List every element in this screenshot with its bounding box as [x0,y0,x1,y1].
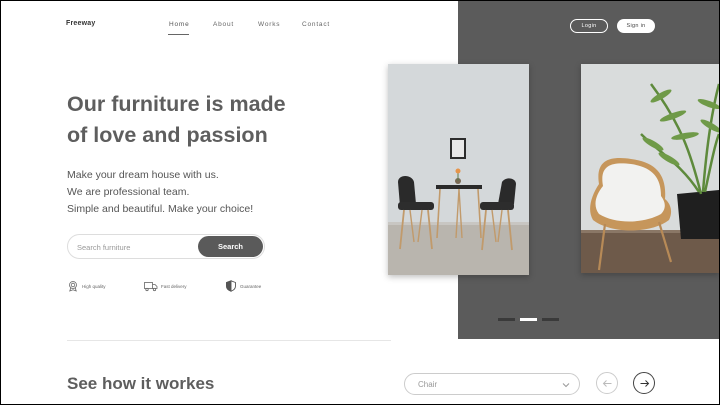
badge-icon [69,281,77,292]
hero-subtext-line: We are professional team. [67,186,190,198]
shield-icon [226,280,236,292]
brand-logo[interactable]: Freeway [66,20,95,27]
hero-headline-line-1: Our furniture is made [67,92,286,116]
nav-item-home[interactable]: Home [169,21,190,28]
category-select-value: Chair [418,380,438,389]
carousel-slide-dining-set[interactable] [388,64,529,275]
section-divider [67,340,391,341]
carousel-dot[interactable] [498,318,515,321]
nav-item-works[interactable]: Works [258,21,280,28]
truck-icon [144,282,158,292]
prev-button[interactable] [596,372,618,394]
hero-subtext-line: Simple and beautiful. Make your choice! [67,203,254,215]
how-it-works-title: See how it workes [67,374,215,393]
category-select[interactable]: Chair [404,373,580,395]
feature-label: High quality [82,283,106,289]
feature-guarantee: Guarantee [225,280,261,292]
hero-headline-line-2: of love and passion [67,123,268,147]
hero-subtext: Make your dream house with us. We are pr… [67,167,327,218]
arrow-right-icon [640,380,650,387]
next-button[interactable] [633,372,655,394]
nav-item-contact[interactable]: Contact [302,21,330,28]
carousel-indicators [498,318,559,321]
carousel-dot-active[interactable] [520,318,537,321]
lounge-chair-image [581,64,719,273]
feature-label: Guarantee [240,283,262,289]
feature-label: Fast delivery [161,283,187,289]
feature-high-quality: High quality [67,280,106,292]
carousel-slide-lounge-chair[interactable] [581,64,719,273]
search-input[interactable] [77,240,197,254]
page: Freeway Home About Works Contact Login S… [1,1,719,404]
feature-fast-delivery: Fast delivery [144,280,187,292]
search-button[interactable]: Search [198,236,263,257]
search-bar: Search [67,234,265,259]
hero-headline: Our furniture is made of love and passio… [67,89,357,151]
login-button[interactable]: Login [570,19,608,33]
nav-item-about[interactable]: About [213,21,234,28]
signin-button[interactable]: Sign in [617,19,655,33]
nav-active-indicator [168,34,189,35]
chevron-down-icon [562,383,570,388]
carousel-dot[interactable] [542,318,559,321]
dining-chairs-image [388,64,529,275]
hero-subtext-line: Make your dream house with us. [67,169,219,181]
arrow-left-icon [602,380,612,387]
